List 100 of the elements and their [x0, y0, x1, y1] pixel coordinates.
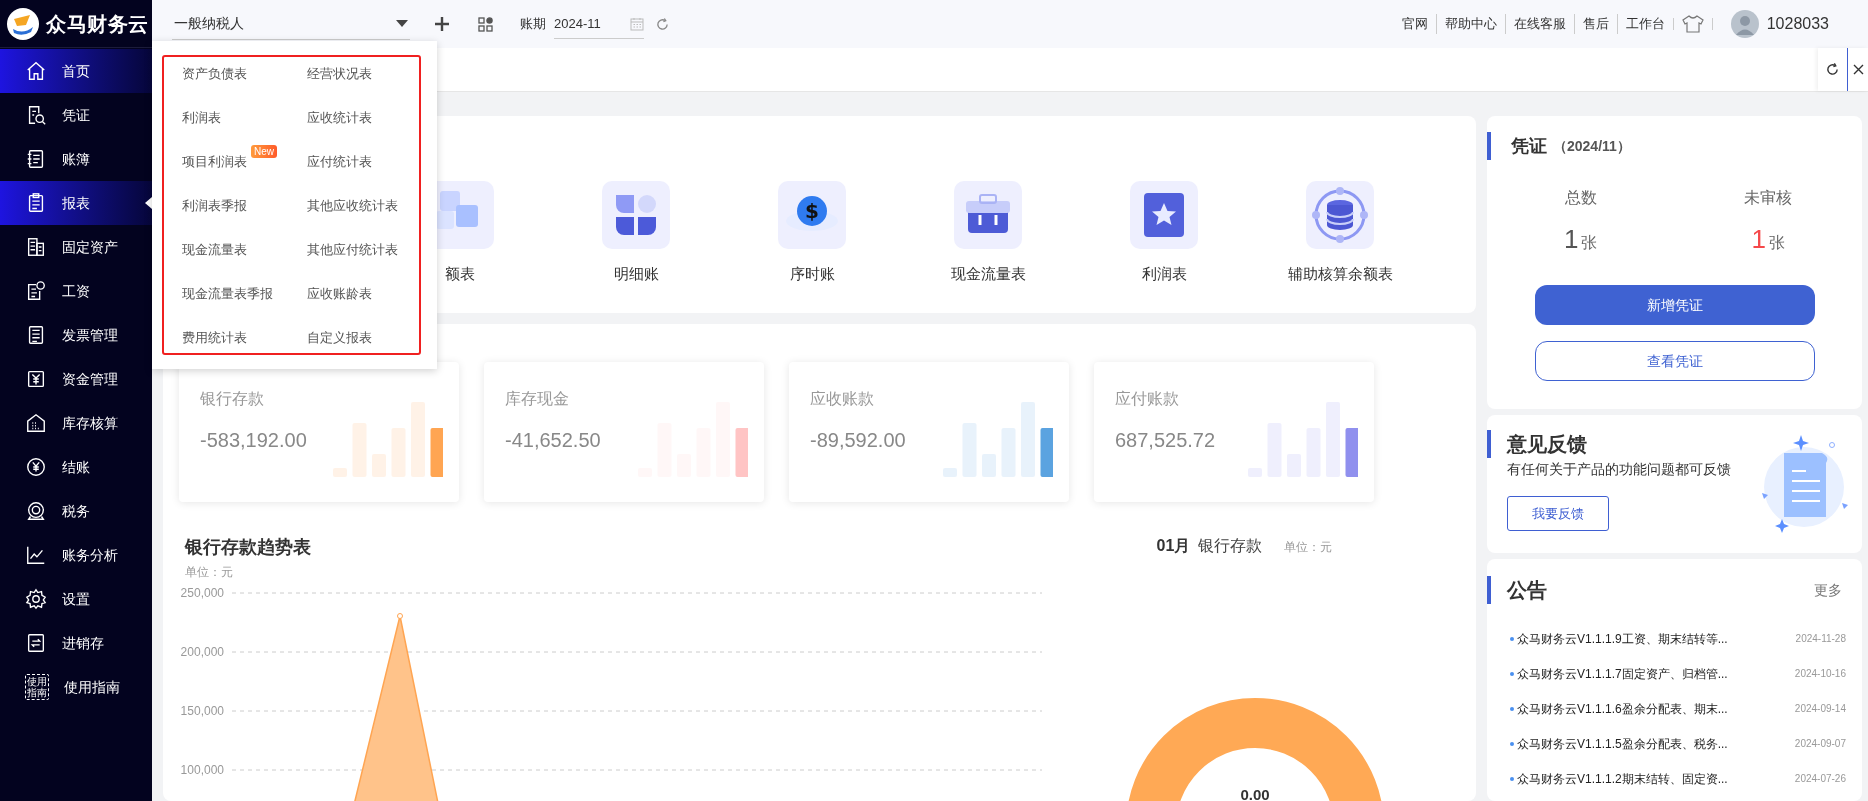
sidebar-item[interactable]: 税务: [0, 489, 152, 533]
star-book-icon[interactable]: [1130, 181, 1198, 249]
feedback-description: 有任何关于产品的功能问题都可反馈: [1507, 460, 1731, 479]
document-coin-icon: [25, 280, 47, 302]
warehouse-icon: [25, 412, 47, 434]
sidebar-item[interactable]: 账簿: [0, 137, 152, 181]
sidebar-item[interactable]: 进销存: [0, 621, 152, 665]
guide-icon: 使用指南: [25, 674, 49, 700]
menu-item[interactable]: 费用统计表: [182, 330, 247, 345]
line-chart-icon: [25, 544, 47, 566]
bullet-icon: [1510, 776, 1514, 781]
sidebar-item[interactable]: 设置: [0, 577, 152, 621]
header-link[interactable]: 官网: [1393, 14, 1436, 34]
menu-item[interactable]: 其他应付统计表: [307, 242, 398, 257]
view-voucher-button[interactable]: 查看凭证: [1534, 341, 1815, 381]
stat-value: 1: [1564, 223, 1579, 256]
menu-item[interactable]: 应收账龄表: [307, 286, 372, 301]
notice-date: 2024-07-26: [1794, 772, 1846, 786]
sidebar-item[interactable]: 凭证: [0, 93, 152, 137]
stat-unit: 张: [1581, 233, 1598, 253]
period-date-field[interactable]: 2024-11: [554, 9, 644, 39]
notice-link[interactable]: 众马财务云V1.1.1.2期末结转、固定资...: [1517, 769, 1728, 788]
username[interactable]: 1028033: [1766, 12, 1829, 36]
sidebar-item[interactable]: 资金管理: [0, 357, 152, 401]
yuan-circle-icon: [25, 456, 47, 478]
card-title: 公告: [1507, 578, 1547, 603]
avatar-icon[interactable]: [1730, 10, 1759, 38]
menu-item[interactable]: 利润表: [182, 110, 221, 125]
menu-item[interactable]: 现金流量表: [182, 242, 247, 257]
notice-link[interactable]: 众马财务云V1.1.1.6盈余分配表、期末...: [1517, 699, 1728, 718]
header-link[interactable]: 工作台: [1616, 14, 1673, 34]
header-link[interactable]: 售后: [1573, 14, 1617, 34]
menu-item[interactable]: 现金流量表季报: [182, 286, 273, 301]
menu-item[interactable]: 资产负债表: [182, 66, 247, 81]
shortcut-link[interactable]: 明细账: [613, 263, 659, 286]
axis-label: 100,000: [180, 763, 224, 777]
stat-unit: 张: [1769, 233, 1785, 253]
more-link[interactable]: 更多: [1814, 579, 1842, 601]
notice-link[interactable]: 众马财务云V1.1.1.9工资、期末结转等...: [1517, 629, 1728, 648]
notice-date: 2024-10-16: [1794, 667, 1846, 681]
axis-label: 200,000: [180, 645, 224, 659]
notice-link[interactable]: 众马财务云V1.1.1.7固定资产、归档管...: [1517, 664, 1728, 683]
menu-item[interactable]: 经营状况表: [307, 66, 372, 81]
header-link[interactable]: 在线客服: [1504, 14, 1574, 34]
tax-seal-icon: [25, 500, 47, 522]
feedback-button[interactable]: 我要反馈: [1507, 496, 1609, 531]
sidebar-item[interactable]: 结账: [0, 445, 152, 489]
bullet-icon: [1510, 636, 1514, 641]
shortcut-link[interactable]: 现金流量表: [950, 263, 1026, 286]
toolbox-icon[interactable]: [954, 181, 1022, 249]
shortcut-link[interactable]: 利润表: [1141, 263, 1187, 286]
sidebar-item[interactable]: 发票管理: [0, 313, 152, 357]
database-icon[interactable]: [1306, 181, 1374, 249]
building-icon: [25, 236, 47, 258]
header-link[interactable]: 帮助中心: [1435, 14, 1505, 34]
balance-value: -89,592.00: [810, 428, 906, 453]
sidebar-item[interactable]: 工资: [0, 269, 152, 313]
menu-item[interactable]: 应收统计表: [307, 110, 372, 125]
stat-label: 总数: [1564, 188, 1597, 208]
caret-icon: [396, 19, 408, 28]
add-icon[interactable]: [434, 16, 450, 32]
menu-item[interactable]: 利润表季报: [182, 198, 247, 213]
calendar-icon: [630, 16, 644, 31]
menu-item[interactable]: 自定义报表: [307, 330, 372, 345]
sidebar-item[interactable]: 账务分析: [0, 533, 152, 577]
shortcut-link[interactable]: 辅助核算余额表: [1287, 263, 1393, 286]
notice-date: 2024-11-28: [1795, 632, 1846, 646]
donut-account: 银行存款: [1198, 536, 1263, 556]
balance-label: 应付账款: [1115, 389, 1180, 409]
notice-date: 2024-09-07: [1794, 737, 1846, 751]
app-logo-text: 众马财务云: [46, 11, 149, 37]
menu-item[interactable]: 应付统计表: [307, 154, 372, 169]
shortcut-link[interactable]: 额表: [445, 263, 475, 286]
shirt-icon[interactable]: [1681, 15, 1704, 33]
stat-value: 1: [1751, 223, 1766, 256]
sidebar-item[interactable]: 库存核算: [0, 401, 152, 445]
donut-month: 01月: [1156, 536, 1191, 556]
voucher-period: （2024/11）: [1553, 136, 1631, 156]
balance-value: -583,192.00: [200, 428, 307, 453]
card-title: 凭证: [1511, 134, 1547, 158]
shortcut-link[interactable]: 序时账: [789, 263, 835, 286]
notice-link[interactable]: 众马财务云V1.1.1.5盈余分配表、税务...: [1517, 734, 1728, 753]
bullet-icon: [1510, 706, 1514, 711]
balance-label: 银行存款: [200, 389, 265, 409]
dollar-coin-icon[interactable]: $: [778, 181, 846, 249]
sidebar-item[interactable]: 报表: [0, 181, 152, 225]
menu-item[interactable]: 其他应收统计表: [307, 198, 398, 213]
new-voucher-button[interactable]: 新增凭证: [1534, 285, 1815, 325]
axis-label: 250,000: [180, 586, 224, 600]
sidebar-item[interactable]: 使用指南 使用指南: [0, 665, 152, 709]
home-icon: [25, 60, 47, 82]
refresh-icon[interactable]: [656, 17, 669, 31]
settings-icon: [25, 588, 47, 610]
grid-icon[interactable]: [478, 16, 493, 32]
sidebar-item[interactable]: 首页: [0, 49, 152, 93]
refresh-icon: [1826, 63, 1839, 76]
petals-icon[interactable]: [602, 181, 670, 249]
logo-icon: [6, 6, 40, 41]
taxpayer-select[interactable]: 一般纳税人: [172, 8, 410, 40]
sidebar-item[interactable]: 固定资产: [0, 225, 152, 269]
